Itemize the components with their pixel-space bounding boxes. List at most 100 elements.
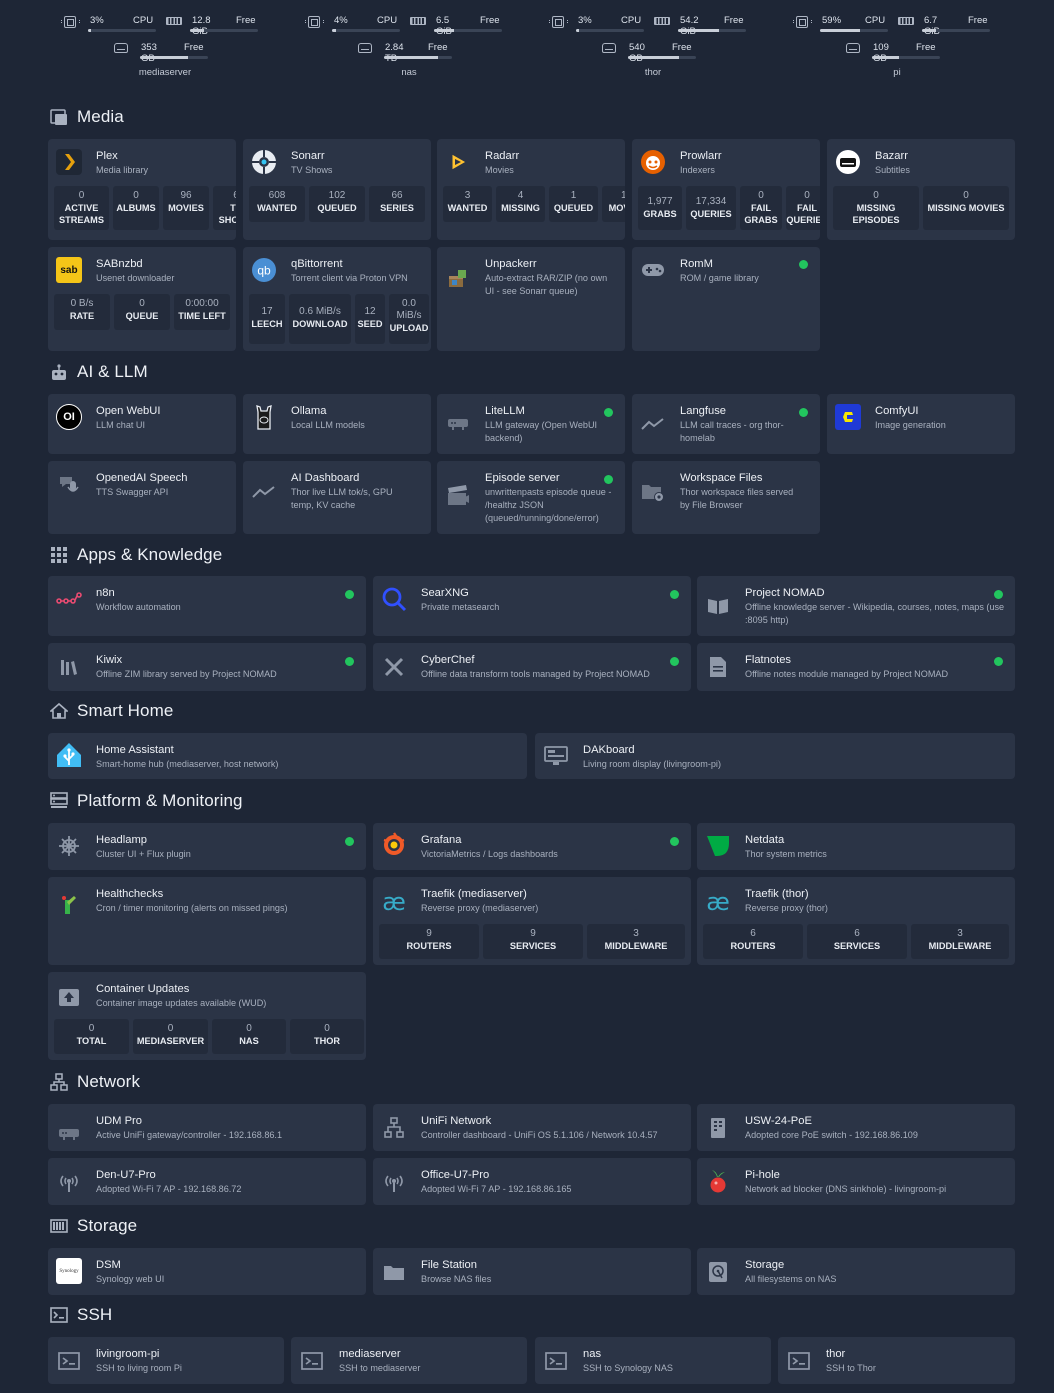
cyberchef-card[interactable]: CyberChef Offline data transform tools m… [373,643,691,691]
episode-card[interactable]: Episode server unwrittenpasts episode qu… [437,461,625,534]
status-dot [345,837,354,846]
plex-card[interactable]: Plex Media library 0 ACTIVE STREAMS 0 ALBU… [48,139,236,240]
kiwix-card[interactable]: Kiwix Offline ZIM library served by Proj… [48,643,366,691]
stat-movies: 96 MOVIES [163,186,209,230]
searxng-card[interactable]: SearXNG Private metasearch [373,576,691,636]
langfuse-card[interactable]: Langfuse LLM call traces - org thor-home… [632,394,820,454]
unifi-desc: Controller dashboard - UniFi OS 5.1.106 … [421,1130,658,1140]
cpu-icon [61,16,80,28]
status-dot [670,657,679,666]
ssh-thor-card[interactable]: thor SSH to Thor [778,1337,1015,1384]
den-ap-card[interactable]: Den-U7-Pro Adopted Wi-Fi 7 AP - 192.168.… [48,1158,366,1205]
searxng-desc: Private metasearch [421,602,500,612]
grafana-card[interactable]: Grafana VictoriaMetrics / Logs dashboard… [373,823,691,870]
nomad-card[interactable]: Project NOMAD Offline knowledge server -… [697,576,1015,636]
status-dot [994,590,1003,599]
wud-card[interactable]: Container Updates Container image update… [48,972,366,1060]
display-icon [543,743,569,769]
ram-value: 12.8 GiB [192,15,211,37]
unifi-card[interactable]: UniFi Network Controller dashboard - Uni… [373,1104,691,1151]
bazarr-card[interactable]: Bazarr Subtitles 0 MISSING EPISODES 0 MISS… [827,139,1015,240]
workspace-desc: Thor workspace files served by File Brow… [680,487,794,510]
sabnzbd-card[interactable]: sab SABnzbd Usenet downloader 0 B/s RATE … [48,247,236,351]
pihole-card[interactable]: Pi-hole Network ad blocker (DNS sinkhole… [697,1158,1015,1205]
cpu-label: CPU [133,15,154,26]
aidash-card[interactable]: AI Dashboard Thor live LLM tok/s, GPU te… [243,461,431,534]
cpu-value: 3% [578,15,592,26]
romm-card[interactable]: RomM ROM / game library [632,247,820,351]
stat-missing-movies: 0 MISSING MOVIES [923,186,1009,230]
ssh-livingroom-pi-card[interactable]: livingroom-pi SSH to living room Pi [48,1337,284,1384]
traefik-mediaserver-desc: Reverse proxy (mediaserver) [421,903,539,913]
openedai-card[interactable]: OpenedAI Speech TTS Swagger API [48,461,236,534]
office-ap-card[interactable]: Office-U7-Pro Adopted Wi-Fi 7 AP - 192.1… [373,1158,691,1205]
traefik-thor-card[interactable]: æ Traefik (thor) Reverse proxy (thor) 6R… [697,877,1015,965]
wud-title: Container Updates [96,983,190,995]
litellm-card[interactable]: LiteLLM LLM gateway (Open WebUI backend) [437,394,625,454]
stat-missing: 4 MISSING [496,186,545,222]
traefik-icon: æ [382,888,406,916]
router-icon [56,1121,82,1147]
comfyui-card[interactable]: ComfyUI Image generation [827,394,1015,454]
netdata-card[interactable]: Netdata Thor system metrics [697,823,1015,870]
ssh-mediaserver-title: mediaserver [339,1348,401,1360]
flatnotes-card[interactable]: Flatnotes Offline notes module managed b… [697,643,1015,691]
stat-queries: 17,334 QUERIES [686,186,736,230]
langfuse-title: Langfuse [680,405,727,417]
disk-label: Free [672,42,692,53]
dsm-card[interactable]: Synology DSM Synology web UI [48,1248,366,1295]
sonarr-card[interactable]: Sonarr TV Shows 608 WANTED 102 QUEUED 66 SE… [243,139,431,240]
sonarr-title: Sonarr [291,150,325,162]
workspace-card[interactable]: Workspace Files Thor workspace files ser… [632,461,820,534]
udm-card[interactable]: UDM Pro Active UniFi gateway/controller … [48,1104,366,1151]
disk-value: 353 GB [141,42,157,64]
radarr-desc: Movies [485,165,514,175]
qbittorrent-card[interactable]: qb qBittorrent Torrent client via Proton… [243,247,431,351]
status-dot [670,590,679,599]
cpu-icon [549,16,568,28]
network-topology-icon [381,1115,407,1141]
healthchecks-card[interactable]: Healthchecks Cron / timer monitoring (al… [48,877,366,965]
grafana-icon [381,832,407,858]
search-icon [381,586,407,612]
pihole-title: Pi-hole [745,1169,780,1181]
openwebui-card[interactable]: OI Open WebUI LLM chat UI [48,394,236,454]
nas-storage-card[interactable]: Storage All filesystems on NAS [697,1248,1015,1295]
stat-middleware: 3 MIDDLEWARE [911,924,1009,959]
radarr-card[interactable]: Radarr Movies 3 WANTED 4 MISSING 1 QUEUED 1… [437,139,625,240]
traefik-mediaserver-card[interactable]: æ Traefik (mediaserver) Reverse proxy (m… [373,877,691,965]
host-name: pi [893,67,901,78]
ssh-nas-card[interactable]: nas SSH to Synology NAS [535,1337,771,1384]
netdata-icon [705,833,731,859]
cpu-label: CPU [865,15,886,26]
dakboard-card[interactable]: DAKboard Living room display (livingroom… [535,733,1015,779]
ram-icon [898,17,914,25]
sabnzbd-desc: Usenet downloader [96,273,175,283]
disk-label: Free [184,42,204,53]
n8n-card[interactable]: n8n Workflow automation [48,576,366,636]
homeassistant-card[interactable]: Home Assistant Smart-home hub (mediaserv… [48,733,527,779]
stat-download: 0.6 MiB/s DOWNLOAD [289,294,351,344]
litellm-desc: LLM gateway (Open WebUI backend) [485,420,598,443]
dsm-desc: Synology web UI [96,1274,165,1284]
romm-desc: ROM / game library [680,273,759,283]
stat-total: 0 TOTAL [54,1019,129,1054]
unpackerr-card[interactable]: Unpackerr Auto-extract RAR/ZIP (no own U… [437,247,625,351]
synology-icon: Synology [56,1258,82,1284]
ram-icon [654,17,670,25]
section-title-network: Network [77,1072,141,1091]
headlamp-card[interactable]: Headlamp Cluster UI + Flux plugin [48,823,366,870]
healthchecks-desc: Cron / timer monitoring (alerts on misse… [96,903,288,913]
disk-bar [140,56,208,59]
filestation-card[interactable]: File Station Browse NAS files [373,1248,691,1295]
filestation-desc: Browse NAS files [421,1274,492,1284]
disk-bar [872,56,940,59]
host-name: nas [401,67,417,78]
ssh-nas-title: nas [583,1348,602,1360]
ollama-card[interactable]: Ollama Local LLM models [243,394,431,454]
prowlarr-card[interactable]: Prowlarr Indexers 1,977 GRABS 17,334 QUERI… [632,139,820,240]
ssh-mediaserver-card[interactable]: mediaserver SSH to mediaserver [291,1337,527,1384]
prowlarr-title: Prowlarr [680,150,722,162]
ram-bar [922,29,990,32]
usw-card[interactable]: USW-24-PoE Adopted core PoE switch - 192… [697,1104,1015,1151]
